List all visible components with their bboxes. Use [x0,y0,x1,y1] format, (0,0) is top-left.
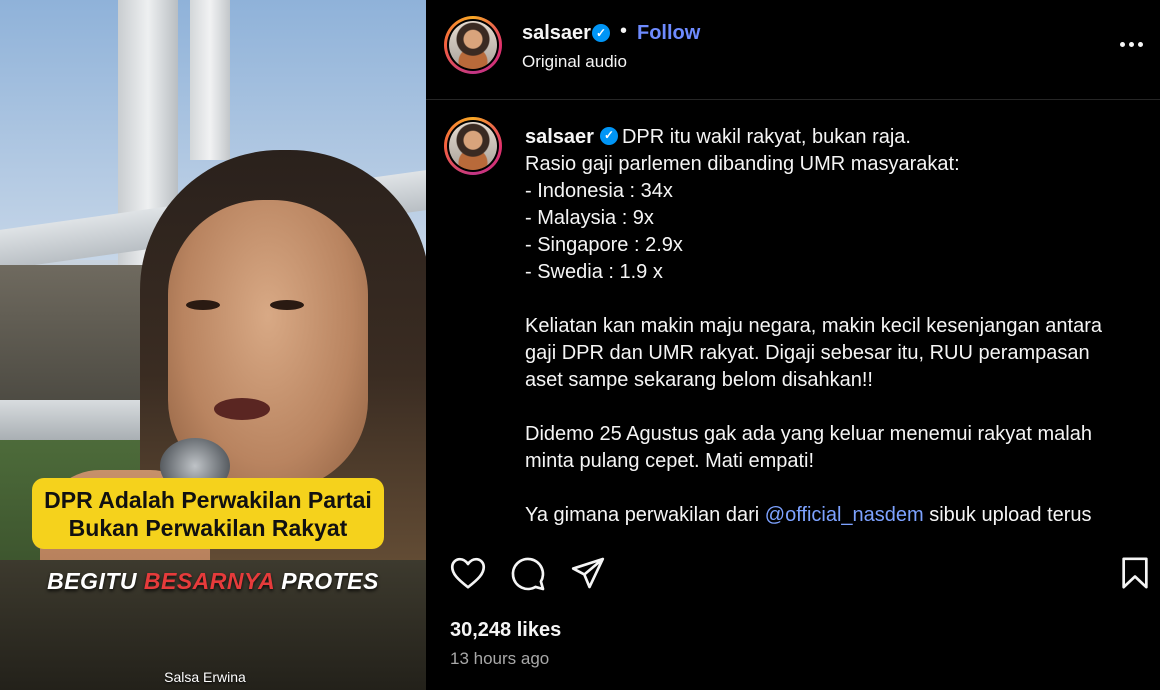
caption-first-line: salsaer ✓ DPR itu wakil rakyat, bukan raja… [525,124,1145,151]
post-caption: salsaer ✓ DPR itu wakil rakyat, bukan raja… [525,124,1145,538]
caption-avatar[interactable] [444,117,502,175]
headline-text: BEGITU [47,568,144,594]
caption-line: - Swedia : 1.9 x [525,261,663,283]
caption-line [525,475,1145,502]
header-username[interactable]: salsaer [522,22,591,45]
profile-avatar[interactable] [444,16,502,74]
verified-badge-icon: ✓ [599,126,618,145]
header-divider [426,99,1160,100]
bookmark-icon[interactable] [1120,556,1150,590]
caption-line: - Indonesia : 34x [525,180,673,202]
headline-text: PROTES [274,568,379,594]
video-caption-line: DPR Adalah Perwakilan Partai [44,486,372,513]
more-options-icon[interactable] [1118,32,1148,56]
caption-line: Didemo 25 Agustus gak ada yang keluar me… [525,423,1092,445]
post-panel: salsaer ✓ • Follow Original audio salsae… [426,0,1160,690]
heart-icon[interactable] [450,556,486,590]
person-mouth [214,398,270,420]
caption-line: - Singapore : 2.9x [525,234,683,256]
person-eye [270,300,304,310]
audio-label[interactable]: Original audio [522,52,627,72]
verified-badge-icon: ✓ [592,24,610,42]
send-icon[interactable] [570,556,606,590]
window-frame [190,0,230,160]
video-headline: BEGITU BESARNYA PROTES [0,568,426,595]
person-eye [186,300,220,310]
avatar-photo [449,122,497,170]
mention-link[interactable]: @official_nasdem [765,504,924,526]
caption-text: DPR itu wakil rakyat, bukan raja. [621,126,911,148]
video-watermark: Salsa Erwina [164,669,246,685]
caption-line [525,394,1145,421]
caption-text: sibuk upload terus [923,504,1092,526]
avatar-photo [449,21,497,69]
headline-accent-text: BESARNYA [143,568,275,594]
follow-button[interactable]: Follow [637,22,700,45]
reel-video[interactable]: DPR Adalah Perwakilan Partai Bukan Perwa… [0,0,426,690]
caption-line: Rasio gaji parlemen dibanding UMR masyar… [525,153,960,175]
caption-line: gaji DPR dan UMR rakyat. Digaji sebesar … [525,342,1090,364]
caption-line: minta pulang cepet. Mati empati! [525,450,815,472]
video-caption-box: DPR Adalah Perwakilan Partai Bukan Perwa… [32,478,384,549]
caption-line: Keliatan kan makin maju negara, makin ke… [525,315,1103,337]
caption-line [525,286,1145,313]
caption-line: aset sampe sekarang belom disahkan!! [525,369,873,391]
caption-last-line: Ya gimana perwakilan dari @official_nasd… [525,502,1145,529]
caption-username[interactable]: salsaer [525,126,594,148]
caption-text: Ya gimana perwakilan dari [525,504,765,526]
video-caption-line: Bukan Perwakilan Rakyat [68,514,348,541]
header-separator: • [620,20,628,42]
comment-icon[interactable] [510,556,546,592]
caption-line: - Malaysia : 9x [525,207,654,229]
post-timestamp[interactable]: 13 hours ago [450,649,549,669]
likes-count[interactable]: 30,248 likes [450,619,561,642]
